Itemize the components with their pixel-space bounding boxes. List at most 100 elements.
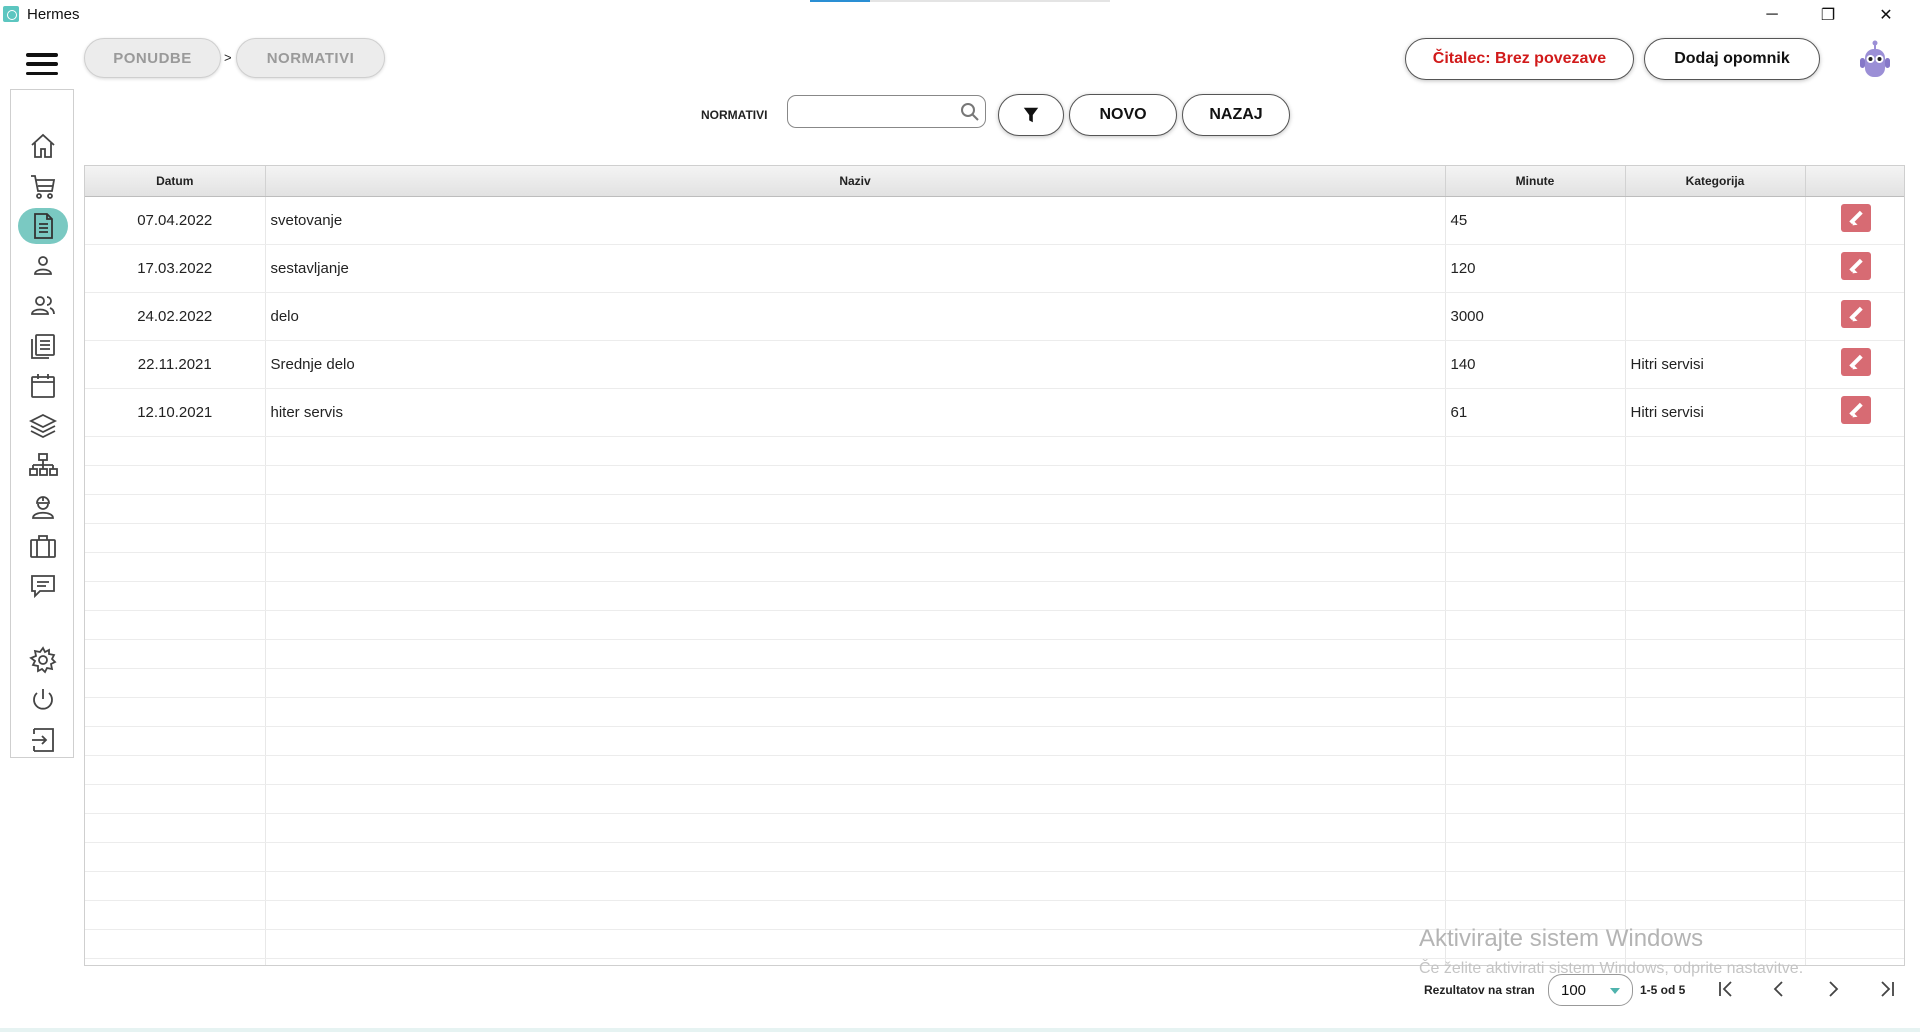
breadcrumb-ponudbe[interactable]: PONUDBE	[84, 38, 221, 78]
sidebar-item-workers[interactable]	[18, 488, 68, 524]
cell-datum: 17.03.2022	[85, 244, 266, 293]
empty-cell	[85, 436, 266, 466]
empty-cell	[265, 726, 1446, 756]
empty-cell	[1445, 726, 1626, 756]
cell-actions	[1805, 388, 1904, 437]
empty-cell	[1445, 784, 1626, 814]
edit-pencil-icon[interactable]	[1840, 348, 1871, 376]
sidebar-item-network[interactable]	[18, 448, 68, 484]
table-row[interactable]: 24.02.2022 delo 3000	[85, 292, 1904, 341]
sidebar-item-calendar[interactable]	[18, 368, 68, 404]
table-row[interactable]: 12.10.2021 hiter servis 61 Hitri servisi	[85, 388, 1904, 437]
previous-page-button[interactable]	[1762, 974, 1796, 1004]
edit-pencil-icon[interactable]	[1840, 300, 1871, 328]
sidebar-item-briefcase[interactable]	[18, 528, 68, 564]
empty-cell	[1445, 581, 1626, 611]
empty-cell	[1445, 842, 1626, 872]
cell-kategorija: Hitri servisi	[1625, 340, 1806, 389]
empty-cell	[265, 784, 1446, 814]
empty-cell	[1805, 697, 1904, 727]
page-size-value: 100	[1561, 982, 1587, 999]
sidebar-item-users[interactable]	[18, 288, 68, 324]
sidebar-item-chat[interactable]	[18, 568, 68, 604]
last-page-button[interactable]	[1870, 974, 1904, 1004]
sidebar-item-power[interactable]	[18, 682, 68, 718]
empty-cell	[1445, 697, 1626, 727]
empty-cell	[1805, 755, 1904, 785]
back-button[interactable]: NAZAJ	[1182, 94, 1290, 136]
column-header-naziv[interactable]: Naziv	[265, 166, 1446, 197]
cell-naziv: sestavljanje	[265, 244, 1446, 293]
page-size-select[interactable]: 100	[1548, 974, 1633, 1006]
maximize-button[interactable]: ❐	[1800, 0, 1856, 30]
empty-cell	[1805, 523, 1904, 553]
empty-cell	[85, 494, 266, 524]
cell-kategorija	[1625, 244, 1806, 293]
sidebar-item-documents[interactable]	[18, 208, 68, 244]
title-bar: Hermes ─ ❐ ✕	[0, 0, 1920, 30]
hamburger-menu-icon[interactable]	[26, 53, 58, 75]
edit-pencil-icon[interactable]	[1840, 252, 1871, 280]
table-row[interactable]: 22.11.2021 Srednje delo 140 Hitri servis…	[85, 340, 1904, 389]
empty-cell	[1805, 900, 1904, 930]
empty-table-row	[85, 610, 1904, 640]
sidebar-item-settings[interactable]	[18, 642, 68, 678]
empty-table-row	[85, 697, 1904, 727]
sidebar-item-cart[interactable]	[18, 168, 68, 204]
bottom-strip	[0, 1028, 1920, 1032]
empty-cell	[1805, 958, 1904, 965]
edit-pencil-icon[interactable]	[1840, 396, 1871, 424]
filter-button[interactable]	[998, 94, 1064, 136]
empty-table-row	[85, 813, 1904, 843]
breadcrumb-normativi[interactable]: NORMATIVI	[236, 38, 385, 78]
table-row[interactable]: 17.03.2022 sestavljanje 120	[85, 244, 1904, 293]
column-header-minute[interactable]: Minute	[1445, 166, 1626, 197]
column-header-kategorija[interactable]: Kategorija	[1625, 166, 1806, 197]
empty-table-row	[85, 871, 1904, 901]
window-title: Hermes	[27, 6, 80, 23]
mascot-avatar-icon[interactable]	[1856, 38, 1894, 80]
search-field[interactable]	[787, 95, 986, 128]
document-icon	[34, 213, 53, 239]
empty-cell	[1625, 494, 1806, 524]
sidebar-item-list[interactable]	[18, 328, 68, 364]
close-window-button[interactable]: ✕	[1858, 0, 1914, 30]
empty-cell	[1805, 610, 1904, 640]
empty-cell	[265, 842, 1446, 872]
empty-cell	[1625, 465, 1806, 495]
empty-table-row	[85, 581, 1904, 611]
normativi-table: Datum Naziv Minute Kategorija 07.04.2022…	[84, 165, 1905, 966]
sidebar-item-home[interactable]	[18, 128, 68, 164]
column-header-actions	[1805, 166, 1904, 197]
exit-icon	[32, 728, 54, 752]
empty-cell	[85, 726, 266, 756]
next-page-button[interactable]	[1816, 974, 1850, 1004]
windows-activation-title: Aktivirajte sistem Windows	[1419, 925, 1704, 952]
minimize-button[interactable]: ─	[1744, 0, 1800, 30]
sidebar-item-exit[interactable]	[18, 722, 68, 758]
empty-cell	[1625, 755, 1806, 785]
sidebar-item-layers[interactable]	[18, 408, 68, 444]
empty-cell	[1625, 784, 1806, 814]
edit-pencil-icon[interactable]	[1840, 204, 1871, 232]
empty-cell	[265, 929, 1446, 959]
reader-status-button[interactable]: Čitalec: Brez povezave	[1405, 38, 1634, 80]
sidebar-item-user[interactable]	[18, 248, 68, 284]
first-page-button[interactable]	[1709, 974, 1743, 1004]
search-input[interactable]	[796, 97, 956, 125]
empty-cell	[85, 900, 266, 930]
cart-icon	[31, 175, 56, 199]
cell-actions	[1805, 244, 1904, 293]
table-row[interactable]: 07.04.2022 svetovanje 45	[85, 196, 1904, 245]
empty-cell	[1805, 494, 1904, 524]
breadcrumb-separator: >	[224, 50, 232, 65]
app-logo-icon	[3, 6, 19, 22]
cell-datum: 07.04.2022	[85, 196, 266, 245]
empty-cell	[85, 842, 266, 872]
title-progress-fill	[810, 0, 870, 2]
column-header-datum[interactable]: Datum	[85, 166, 266, 197]
add-reminder-button[interactable]: Dodaj opomnik	[1644, 38, 1820, 80]
search-icon[interactable]	[959, 101, 981, 123]
new-button[interactable]: NOVO	[1069, 94, 1177, 136]
cell-minute: 3000	[1445, 292, 1626, 341]
